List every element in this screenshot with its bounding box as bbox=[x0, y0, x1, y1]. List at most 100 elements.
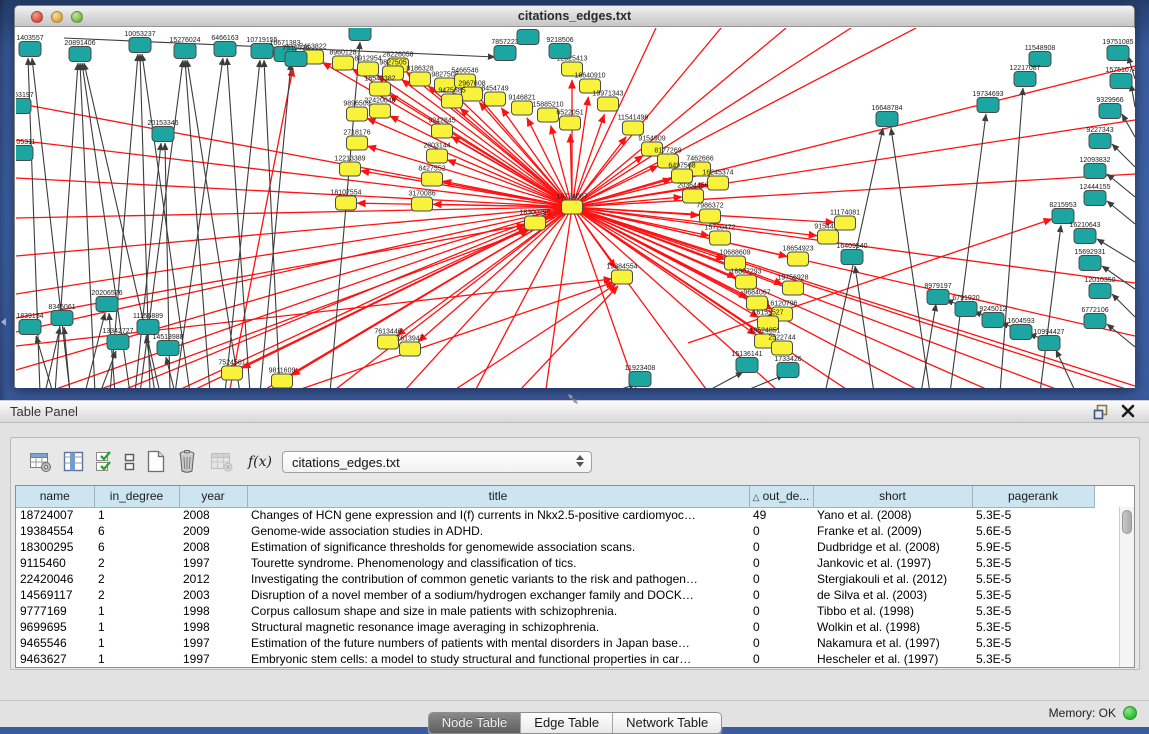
graph-node[interactable] bbox=[1079, 256, 1101, 271]
graph-node[interactable] bbox=[494, 46, 516, 61]
network-canvas[interactable]: 1872400774638228960128891295428226058982… bbox=[16, 28, 1135, 388]
delete-table-icon[interactable] bbox=[176, 449, 200, 475]
window-titlebar[interactable]: citations_edges.txt bbox=[15, 6, 1134, 27]
graph-node[interactable] bbox=[107, 335, 129, 350]
graph-node[interactable] bbox=[783, 281, 804, 295]
graph-node[interactable] bbox=[1099, 104, 1121, 119]
show-columns-icon[interactable] bbox=[62, 450, 86, 474]
table-vertical-scrollbar[interactable] bbox=[1119, 507, 1134, 668]
graph-node[interactable] bbox=[777, 363, 799, 378]
graph-node[interactable] bbox=[623, 121, 644, 135]
graph-node[interactable] bbox=[736, 358, 758, 373]
function-builder-icon[interactable]: f(x) bbox=[248, 454, 272, 470]
graph-node[interactable] bbox=[69, 47, 91, 62]
graph-node[interactable] bbox=[358, 62, 379, 76]
graph-node[interactable] bbox=[1014, 72, 1036, 87]
graph-node[interactable] bbox=[378, 335, 399, 349]
new-table-icon[interactable] bbox=[145, 449, 167, 475]
graph-node[interactable] bbox=[152, 127, 174, 142]
graph-node[interactable] bbox=[16, 146, 33, 161]
graph-node[interactable] bbox=[1074, 229, 1096, 244]
graph-node[interactable] bbox=[427, 149, 448, 163]
graph-node[interactable] bbox=[1084, 191, 1106, 206]
table-row[interactable]: 1830029562008Estimation of significance … bbox=[16, 539, 1120, 555]
column-header-year[interactable]: year bbox=[179, 486, 247, 507]
graph-node[interactable] bbox=[222, 366, 243, 380]
graph-node[interactable] bbox=[629, 372, 651, 387]
graph-node[interactable] bbox=[977, 98, 999, 113]
graph-node[interactable] bbox=[700, 209, 721, 223]
table-row[interactable]: 946554611997Estimation of the future num… bbox=[16, 635, 1120, 651]
table-row[interactable]: 969969511998Structural magnetic resonanc… bbox=[16, 619, 1120, 635]
table-row[interactable]: 946362711997Embryonic stem cells: a mode… bbox=[16, 651, 1120, 667]
graph-node[interactable] bbox=[538, 108, 559, 122]
graph-node[interactable] bbox=[272, 374, 293, 388]
table-row[interactable]: 1872400712008Changes of HCN gene express… bbox=[16, 507, 1120, 523]
panel-collapse-arrow[interactable] bbox=[1, 318, 6, 326]
float-panel-icon[interactable] bbox=[1093, 404, 1109, 420]
graph-node[interactable] bbox=[598, 97, 619, 111]
graph-node[interactable] bbox=[422, 172, 443, 186]
graph-node[interactable] bbox=[442, 94, 463, 108]
graph-node[interactable] bbox=[16, 99, 31, 114]
graph-node[interactable] bbox=[525, 216, 546, 230]
graph-node[interactable] bbox=[710, 231, 731, 245]
graph-node[interactable] bbox=[412, 197, 433, 211]
graph-node[interactable] bbox=[400, 342, 421, 356]
column-header-title[interactable]: title bbox=[247, 486, 749, 507]
graph-node[interactable] bbox=[1084, 314, 1106, 329]
graph-node[interactable] bbox=[129, 38, 151, 53]
graph-node[interactable] bbox=[562, 200, 583, 214]
graph-node[interactable] bbox=[841, 250, 863, 265]
graph-node[interactable] bbox=[347, 107, 368, 121]
graph-node[interactable] bbox=[736, 275, 757, 289]
select-columns-icon[interactable] bbox=[95, 450, 115, 474]
table-row[interactable]: 2242004622012Investigating the contribut… bbox=[16, 571, 1120, 587]
graph-node[interactable] bbox=[214, 42, 236, 57]
scrollbar-thumb[interactable] bbox=[1122, 510, 1132, 534]
graph-node[interactable] bbox=[927, 290, 949, 305]
graph-node[interactable] bbox=[683, 189, 704, 203]
graph-node[interactable] bbox=[340, 162, 361, 176]
close-button[interactable] bbox=[31, 11, 43, 23]
column-header-out_de[interactable]: △out_de... bbox=[749, 486, 813, 507]
graph-node[interactable] bbox=[19, 320, 41, 335]
graph-node[interactable] bbox=[370, 82, 391, 96]
graph-node[interactable] bbox=[1089, 134, 1111, 149]
graph-node[interactable] bbox=[1038, 336, 1060, 351]
graph-node[interactable] bbox=[333, 56, 354, 70]
graph-node[interactable] bbox=[157, 341, 179, 356]
graph-node[interactable] bbox=[818, 230, 839, 244]
graph-node[interactable] bbox=[549, 44, 571, 59]
close-panel-icon[interactable] bbox=[1121, 404, 1137, 420]
column-header-name[interactable]: name bbox=[16, 486, 94, 507]
graph-node[interactable] bbox=[772, 341, 793, 355]
graph-node[interactable] bbox=[708, 176, 729, 190]
graph-node[interactable] bbox=[512, 101, 533, 115]
row-height-icon[interactable] bbox=[124, 450, 136, 474]
graph-node[interactable] bbox=[560, 116, 581, 130]
table-row[interactable]: 977716911998Corpus callosum shape and si… bbox=[16, 603, 1120, 619]
column-header-in_degree[interactable]: in_degree bbox=[94, 486, 179, 507]
graph-node[interactable] bbox=[612, 270, 633, 284]
minimize-button[interactable] bbox=[51, 11, 63, 23]
graph-node[interactable] bbox=[174, 44, 196, 59]
graph-node[interactable] bbox=[485, 92, 506, 106]
table-row[interactable]: 911546021997Tourette syndrome. Phenomeno… bbox=[16, 555, 1120, 571]
graph-node[interactable] bbox=[1084, 164, 1106, 179]
delete-column-icon-disabled[interactable] bbox=[209, 450, 235, 474]
graph-node[interactable] bbox=[955, 302, 977, 317]
graph-node[interactable] bbox=[747, 296, 768, 310]
graph-node[interactable] bbox=[336, 196, 357, 210]
graph-node[interactable] bbox=[1010, 325, 1032, 340]
graph-node[interactable] bbox=[517, 30, 539, 45]
memory-indicator[interactable]: Memory: OK bbox=[1049, 706, 1137, 720]
column-header-short[interactable]: short bbox=[813, 486, 972, 507]
graph-node[interactable] bbox=[370, 104, 391, 118]
graph-node[interactable] bbox=[672, 169, 693, 183]
graph-node[interactable] bbox=[1107, 46, 1129, 61]
graph-node[interactable] bbox=[137, 320, 159, 335]
graph-node[interactable] bbox=[788, 252, 809, 266]
zoom-button[interactable] bbox=[71, 11, 83, 23]
table-row[interactable]: 1456911722003Disruption of a novel membe… bbox=[16, 587, 1120, 603]
